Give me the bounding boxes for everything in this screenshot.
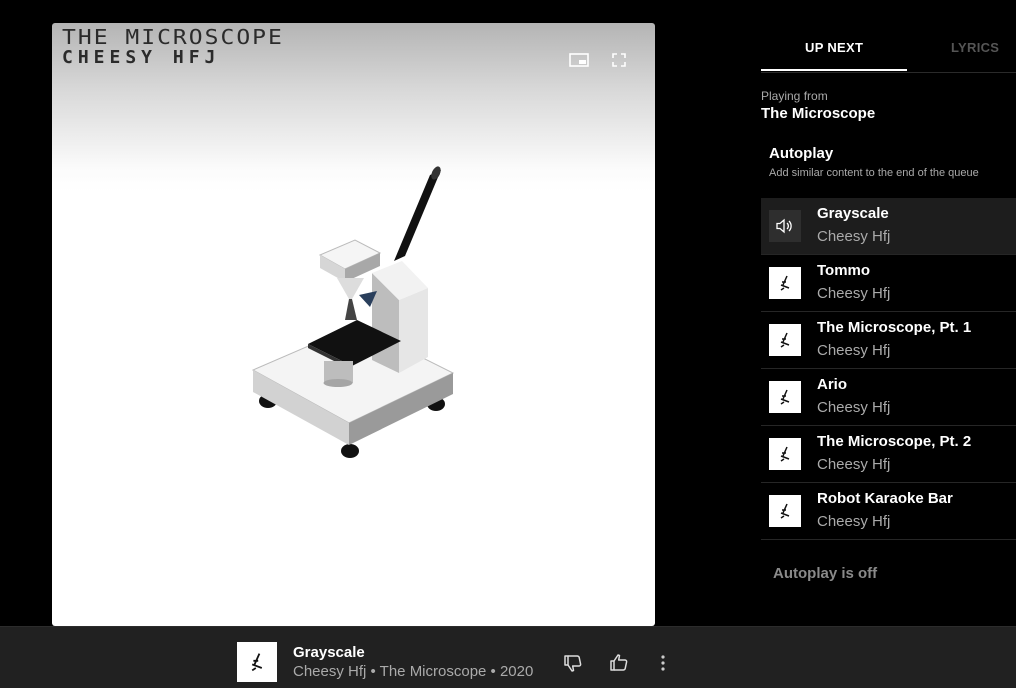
player-bar-subtitle[interactable]: Cheesy Hfj • The Microscope • 2020 <box>293 663 533 680</box>
microscope-thumbnail-icon <box>780 332 790 348</box>
microscope-illustration <box>251 166 455 458</box>
queue-item-title: Robot Karaoke Bar <box>817 490 953 507</box>
dislike-icon <box>564 655 582 672</box>
like-icon <box>610 654 628 671</box>
queue-item-title: Ario <box>817 376 847 393</box>
queue-item-the-microscope-pt-2[interactable]: The Microscope, Pt. 2 Cheesy Hfj <box>761 426 1016 483</box>
queue-item-title: Tommo <box>817 262 871 279</box>
tab-selected-indicator <box>761 69 907 71</box>
queue-item-title: The Microscope, Pt. 1 <box>817 319 972 336</box>
autoplay-title: Autoplay <box>769 145 834 162</box>
microscope-thumbnail-icon <box>251 653 263 672</box>
album-art: THE MICROSCOPE CHEESY HFJ <box>52 23 655 626</box>
queue-item-artist: Cheesy Hfj <box>817 342 891 359</box>
album-thumbnail <box>769 267 801 299</box>
queue-item-title: The Microscope, Pt. 2 <box>817 433 972 450</box>
album-thumbnail <box>769 495 801 527</box>
more-options-button[interactable] <box>651 651 675 675</box>
queue-item-grayscale[interactable]: Grayscale Cheesy Hfj <box>761 198 1016 255</box>
queue-item-artist: Cheesy Hfj <box>817 513 891 530</box>
queue-item-ario[interactable]: Ario Cheesy Hfj <box>761 369 1016 426</box>
queue-panel: UP NEXT LYRICS Playing from The Microsco… <box>761 0 1016 626</box>
player-bar-title[interactable]: Grayscale <box>293 644 365 661</box>
like-button[interactable] <box>607 651 631 675</box>
queue-item-title: Grayscale <box>817 205 889 222</box>
autoplay-description: Add similar content to the end of the qu… <box>769 167 979 179</box>
queue-list: Grayscale Cheesy Hfj Tommo Cheesy Hfj Th… <box>761 198 1016 540</box>
microscope-thumbnail-icon <box>780 503 790 519</box>
microscope-thumbnail-icon <box>780 389 790 405</box>
autoplay-status: Autoplay is off <box>773 565 878 582</box>
album-thumbnail <box>769 438 801 470</box>
tab-bar: UP NEXT LYRICS <box>761 0 1016 73</box>
album-thumbnail <box>769 324 801 356</box>
playing-from-label: Playing from <box>761 89 828 103</box>
queue-item-artist: Cheesy Hfj <box>817 228 891 245</box>
player-bar-thumbnail[interactable] <box>237 642 277 682</box>
tab-up-next[interactable]: UP NEXT <box>805 40 863 55</box>
speaker-icon <box>776 218 792 234</box>
queue-item-artist: Cheesy Hfj <box>817 456 891 473</box>
more-options-icon <box>661 655 665 671</box>
queue-item-robot-karaoke-bar[interactable]: Robot Karaoke Bar Cheesy Hfj <box>761 483 1016 540</box>
album-thumbnail <box>769 381 801 413</box>
queue-item-the-microscope-pt-1[interactable]: The Microscope, Pt. 1 Cheesy Hfj <box>761 312 1016 369</box>
queue-item-tommo[interactable]: Tommo Cheesy Hfj <box>761 255 1016 312</box>
now-playing-thumbnail <box>769 210 801 242</box>
queue-item-artist: Cheesy Hfj <box>817 399 891 416</box>
dislike-button[interactable] <box>561 651 585 675</box>
microscope-thumbnail-icon <box>780 275 790 291</box>
microscope-thumbnail-icon <box>780 446 790 462</box>
queue-item-artist: Cheesy Hfj <box>817 285 891 302</box>
player-bar: Grayscale Cheesy Hfj • The Microscope • … <box>0 626 1016 688</box>
playing-from-title[interactable]: The Microscope <box>761 105 875 122</box>
tab-lyrics[interactable]: LYRICS <box>951 40 999 55</box>
